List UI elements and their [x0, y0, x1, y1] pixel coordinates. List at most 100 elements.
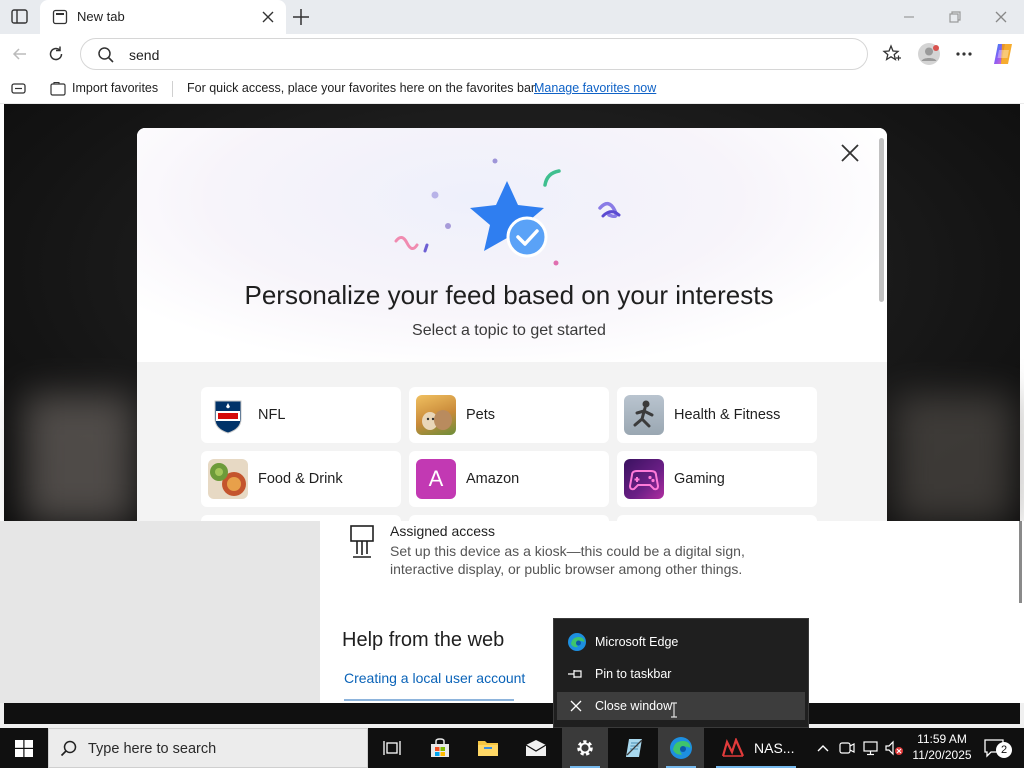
clock-date: 11/20/2025 [912, 748, 972, 762]
favorites-bar-message: For quick access, place your favorites h… [187, 81, 538, 95]
topic-gaming[interactable]: Gaming [617, 451, 817, 507]
manage-favorites-link[interactable]: Manage favorites now [534, 81, 656, 95]
import-favorites-icon [49, 81, 67, 97]
assigned-access-icon [348, 524, 376, 560]
pin-to-taskbar-label: Pin to taskbar [595, 667, 672, 681]
help-from-web-heading: Help from the web [342, 629, 505, 651]
close-dialog-button[interactable] [839, 142, 861, 164]
edge-icon [567, 632, 587, 652]
topic-amazon[interactable]: A Amazon [409, 451, 609, 507]
dialog-hero: Personalize your feed based on your inte… [137, 128, 887, 362]
amazon-initial-badge: A [416, 459, 456, 499]
microsoft-store-icon[interactable] [417, 728, 463, 768]
jump-list-app-microsoft-edge[interactable]: Microsoft Edge [557, 628, 805, 656]
confetti-star-illustration [394, 158, 621, 266]
dialog-subtitle: Select a topic to get started [412, 322, 606, 339]
taskbar-search-box[interactable]: Type here to search [48, 728, 368, 768]
topic-nfl[interactable]: NFL [201, 387, 401, 443]
task-view-button[interactable] [369, 728, 415, 768]
topic-pets[interactable]: Pets [409, 387, 609, 443]
action-center-button[interactable]: 2 [978, 728, 1022, 768]
address-input[interactable] [129, 45, 829, 65]
settings-app-icon[interactable] [562, 728, 608, 768]
close-tab-icon[interactable] [261, 10, 275, 24]
pin-to-taskbar-item[interactable]: Pin to taskbar [557, 660, 805, 688]
topic-label: Pets [466, 407, 496, 423]
close-window-item[interactable]: Close window [557, 692, 805, 720]
close-window-label: Close window [595, 699, 673, 713]
topic-label: Health & Fitness [674, 407, 781, 423]
file-explorer-icon[interactable] [465, 728, 511, 768]
volume-muted-icon[interactable] [884, 740, 906, 756]
notepad-icon[interactable] [610, 728, 656, 768]
meet-now-icon[interactable] [838, 740, 856, 756]
dialog-title: Personalize your feed based on your inte… [244, 280, 774, 310]
settings-window: Assigned access Set up this device as a … [0, 521, 1024, 703]
show-hidden-icons-chevron-icon[interactable] [815, 740, 831, 756]
minimize-button[interactable] [900, 8, 918, 26]
gaming-controller-icon [624, 459, 664, 499]
assigned-access-link[interactable]: Assigned access [390, 523, 495, 539]
import-favorites-button[interactable]: Import favorites [72, 81, 158, 95]
back-button[interactable] [10, 44, 30, 64]
toolbar [0, 34, 1024, 74]
tab-title: New tab [77, 9, 125, 24]
clock-time: 11:59 AM [917, 732, 967, 746]
pin-icon [567, 667, 585, 681]
settings-nav-pane [0, 521, 320, 703]
dialog-scrollbar-thumb[interactable] [879, 138, 884, 302]
amazon-initial: A [428, 466, 444, 491]
favorites-bar: Import favorites For quick access, place… [0, 74, 1024, 104]
search-icon [97, 46, 115, 64]
jump-list-app-name: Microsoft Edge [595, 635, 679, 649]
pets-photo [416, 395, 456, 435]
favorites-star-icon[interactable] [882, 44, 902, 64]
tab-actions-icon[interactable] [10, 8, 30, 26]
topic-label: Food & Drink [258, 471, 343, 487]
nfl-logo-icon [208, 395, 248, 435]
topic-label: Amazon [466, 471, 520, 487]
text-cursor-icon [670, 702, 678, 718]
topic-food-drink[interactable]: Food & Drink [201, 451, 401, 507]
personalize-feed-dialog: Personalize your feed based on your inte… [137, 128, 887, 521]
start-button[interactable] [0, 728, 48, 768]
topic-grid: NFL Pets Health & Fitness Food & Drink A [137, 362, 887, 521]
mail-icon[interactable] [513, 728, 559, 768]
profile-avatar[interactable] [917, 42, 941, 66]
assigned-access-description-2: interactive display, or public browser a… [390, 561, 743, 577]
copilot-icon[interactable] [990, 41, 1016, 67]
help-link-partial[interactable] [344, 696, 524, 703]
tab-bar: New tab [0, 0, 1024, 34]
close-window-button[interactable] [992, 8, 1010, 26]
food-drink-photo [208, 459, 248, 499]
restore-button[interactable] [946, 8, 964, 26]
network-icon[interactable] [862, 740, 880, 756]
topic-label: NFL [258, 407, 286, 423]
search-icon [59, 739, 79, 759]
nas-app-label: NAS... [754, 740, 795, 756]
health-fitness-photo [624, 395, 664, 435]
edge-taskbar-icon[interactable] [658, 728, 704, 768]
favorites-bar-divider [172, 81, 173, 97]
nas-app-button[interactable]: NAS... [708, 728, 804, 768]
more-options-icon[interactable] [954, 44, 974, 64]
assigned-access-description-1: Set up this device as a kiosk—this could… [390, 543, 745, 559]
taskbar: Type here to search NAS... 11:59 AM 11/2… [0, 728, 1024, 768]
help-link-local-account[interactable]: Creating a local user account [344, 670, 525, 686]
system-clock[interactable]: 11:59 AM 11/20/2025 [908, 731, 976, 763]
topic-label: Gaming [674, 471, 725, 487]
reading-list-icon[interactable] [10, 81, 28, 97]
address-bar[interactable] [80, 38, 868, 70]
tab-new-tab[interactable]: New tab [40, 0, 286, 34]
close-icon [569, 699, 583, 713]
settings-scrollbar[interactable] [1019, 521, 1022, 603]
edge-jump-list: Microsoft Edge Pin to taskbar Close wind… [553, 618, 809, 728]
new-tab-icon [52, 9, 68, 25]
topic-health-fitness[interactable]: Health & Fitness [617, 387, 817, 443]
notification-count-badge: 2 [996, 742, 1012, 758]
browser-window-bottom-edge [0, 703, 1024, 728]
search-placeholder: Type here to search [88, 741, 217, 757]
refresh-button[interactable] [46, 44, 66, 64]
new-tab-button[interactable] [290, 6, 312, 28]
notification-count: 2 [1000, 744, 1008, 756]
